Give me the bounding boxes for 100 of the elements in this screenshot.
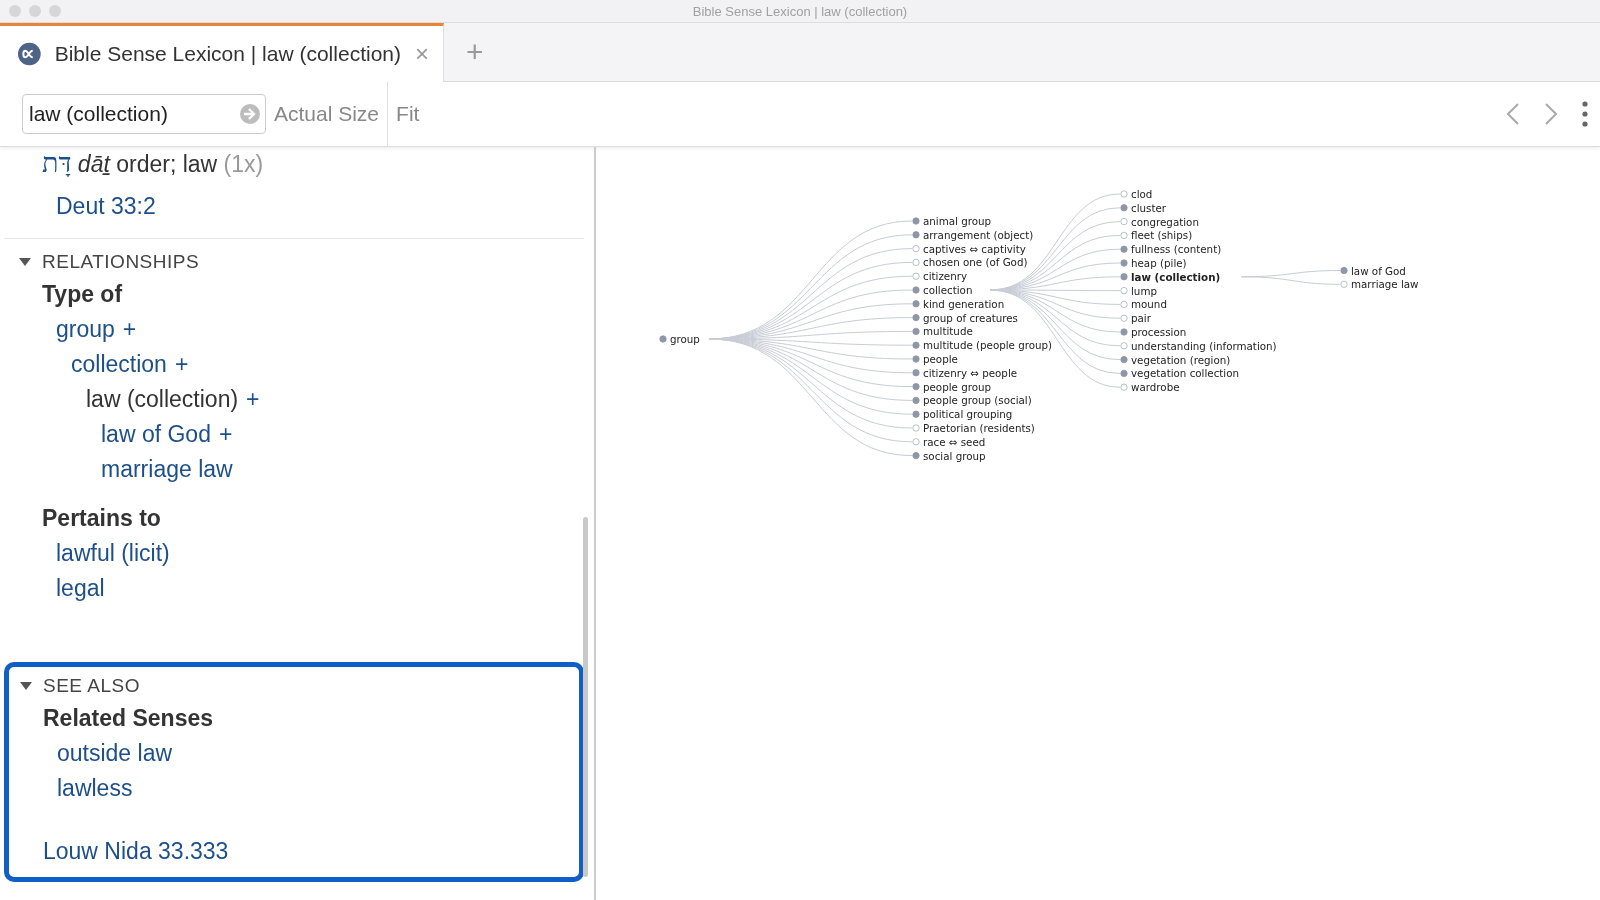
sense-link[interactable]: group xyxy=(56,316,115,343)
node-dot[interactable] xyxy=(1120,259,1128,267)
node-label[interactable]: procession xyxy=(1131,326,1187,338)
node-dot[interactable] xyxy=(1120,356,1128,364)
node-dot[interactable] xyxy=(912,272,920,280)
expand-link[interactable]: + xyxy=(246,386,260,413)
hebrew-word[interactable]: דָּת xyxy=(42,147,72,178)
node-dot[interactable] xyxy=(1120,245,1128,253)
node-dot[interactable] xyxy=(912,396,920,404)
back-icon[interactable] xyxy=(1506,102,1520,126)
node-label[interactable]: animal group xyxy=(923,215,992,227)
node-label[interactable]: mound xyxy=(1131,298,1167,311)
node-label[interactable]: people xyxy=(923,353,958,365)
tab[interactable]: Bible Sense Lexicon | law (collection) × xyxy=(0,23,444,82)
node-dot[interactable] xyxy=(912,369,920,377)
node-label[interactable]: kind generation xyxy=(923,297,1005,310)
reference-link[interactable]: Deut 33:2 xyxy=(56,193,156,219)
disclosure-triangle-icon[interactable] xyxy=(18,257,32,267)
node-label[interactable]: political grouping xyxy=(923,408,1013,421)
node-dot[interactable] xyxy=(659,335,667,343)
node-dot[interactable] xyxy=(912,245,920,253)
node-dot[interactable] xyxy=(912,424,920,432)
gloss: order; law xyxy=(116,151,218,177)
section-title[interactable]: SEE ALSO xyxy=(43,675,140,697)
node-label[interactable]: multitude (people group) xyxy=(923,339,1053,352)
search-field[interactable]: law (collection) xyxy=(22,94,266,134)
node-dot[interactable] xyxy=(1120,342,1128,350)
node-dot[interactable] xyxy=(1120,273,1128,281)
node-dot[interactable] xyxy=(912,314,920,322)
sense-link[interactable]: lawful (licit) xyxy=(56,540,170,567)
node-dot[interactable] xyxy=(1120,369,1128,377)
node-dot[interactable] xyxy=(912,438,920,446)
node-dot[interactable] xyxy=(1120,300,1128,308)
node-dot[interactable] xyxy=(912,217,920,225)
node-label[interactable]: marriage law xyxy=(1351,278,1419,291)
node-label[interactable]: people group xyxy=(923,380,992,393)
node-dot[interactable] xyxy=(1120,328,1128,336)
sense-link[interactable]: legal xyxy=(56,575,105,602)
node-label[interactable]: vegetation collection xyxy=(1131,367,1240,380)
forward-icon[interactable] xyxy=(1544,102,1558,126)
node-label[interactable]: citizenry ⇔ people xyxy=(923,366,1018,379)
node-dot[interactable] xyxy=(1120,218,1128,226)
node-dot[interactable] xyxy=(1340,266,1348,275)
node-dot[interactable] xyxy=(912,452,920,460)
sense-link[interactable]: law of God xyxy=(101,421,211,448)
sense-link[interactable]: collection xyxy=(71,351,167,378)
node-dot[interactable] xyxy=(1120,383,1128,391)
node-label[interactable]: collection xyxy=(923,284,973,296)
expand-link[interactable]: + xyxy=(218,421,233,448)
expand-link[interactable]: + xyxy=(174,351,189,378)
node-label[interactable]: law of God xyxy=(1351,264,1406,277)
node-label[interactable]: fullness (content) xyxy=(1131,243,1222,256)
node-dot[interactable] xyxy=(912,410,920,418)
node-label[interactable]: Praetorian (residents) xyxy=(923,422,1035,434)
node-dot[interactable] xyxy=(1120,190,1128,198)
scrollbar-thumb[interactable] xyxy=(583,517,588,877)
node-dot[interactable] xyxy=(912,286,920,294)
node-label[interactable]: pair xyxy=(1131,312,1151,325)
node-dot[interactable] xyxy=(1340,280,1348,288)
node-label[interactable]: understanding (information) xyxy=(1131,339,1277,352)
node-dot[interactable] xyxy=(1120,231,1128,239)
zoom-button[interactable]: Fit xyxy=(388,82,428,146)
node-dot[interactable] xyxy=(912,383,920,391)
node-label[interactable]: group xyxy=(670,333,700,345)
node-dot[interactable] xyxy=(1120,287,1128,295)
sense-link[interactable]: outside law xyxy=(57,740,173,767)
node-label[interactable]: heap (pile) xyxy=(1131,257,1187,269)
node-label[interactable]: vegetation (region) xyxy=(1131,353,1231,366)
sense-link[interactable]: lawless xyxy=(57,775,133,802)
louw-nida-link[interactable]: Louw Nida 33.333 xyxy=(43,838,229,864)
node-label[interactable]: congregation xyxy=(1131,215,1199,228)
node-label[interactable]: social group xyxy=(923,449,986,462)
node-dot[interactable] xyxy=(912,231,920,239)
node-label[interactable]: wardrobe xyxy=(1131,381,1180,394)
expand-link[interactable]: + xyxy=(122,316,137,343)
node-dot[interactable] xyxy=(1120,204,1128,212)
node-label[interactable]: cluster xyxy=(1131,201,1167,214)
node-label[interactable]: multitude xyxy=(923,325,973,338)
node-dot[interactable] xyxy=(912,355,920,363)
node-dot[interactable] xyxy=(912,300,920,308)
section-title[interactable]: RELATIONSHIPS xyxy=(42,251,200,273)
sense-link[interactable]: marriage law xyxy=(101,456,233,483)
node-label[interactable]: lump xyxy=(1131,284,1157,297)
node-label[interactable]: chosen one (of God) xyxy=(923,256,1028,269)
node-label[interactable]: race ⇔ seed xyxy=(923,435,986,448)
node-label[interactable]: captives ⇔ captivity xyxy=(923,242,1026,255)
more-menu-icon[interactable] xyxy=(1582,101,1588,127)
node-label[interactable]: people group (social) xyxy=(923,394,1032,407)
node-label[interactable]: law (collection) xyxy=(1131,270,1221,283)
node-label[interactable]: clod xyxy=(1131,188,1153,200)
node-dot[interactable] xyxy=(912,341,920,349)
node-dot[interactable] xyxy=(1120,314,1128,322)
node-label[interactable]: group of creatures xyxy=(923,311,1018,324)
disclosure-triangle-icon[interactable] xyxy=(19,681,33,691)
zoom-button[interactable]: Actual Size xyxy=(266,82,388,146)
node-label[interactable]: citizenry xyxy=(923,270,967,283)
node-dot[interactable] xyxy=(912,258,920,266)
node-label[interactable]: arrangement (object) xyxy=(923,228,1034,241)
node-dot[interactable] xyxy=(912,327,920,335)
node-label[interactable]: fleet (ships) xyxy=(1131,229,1193,242)
